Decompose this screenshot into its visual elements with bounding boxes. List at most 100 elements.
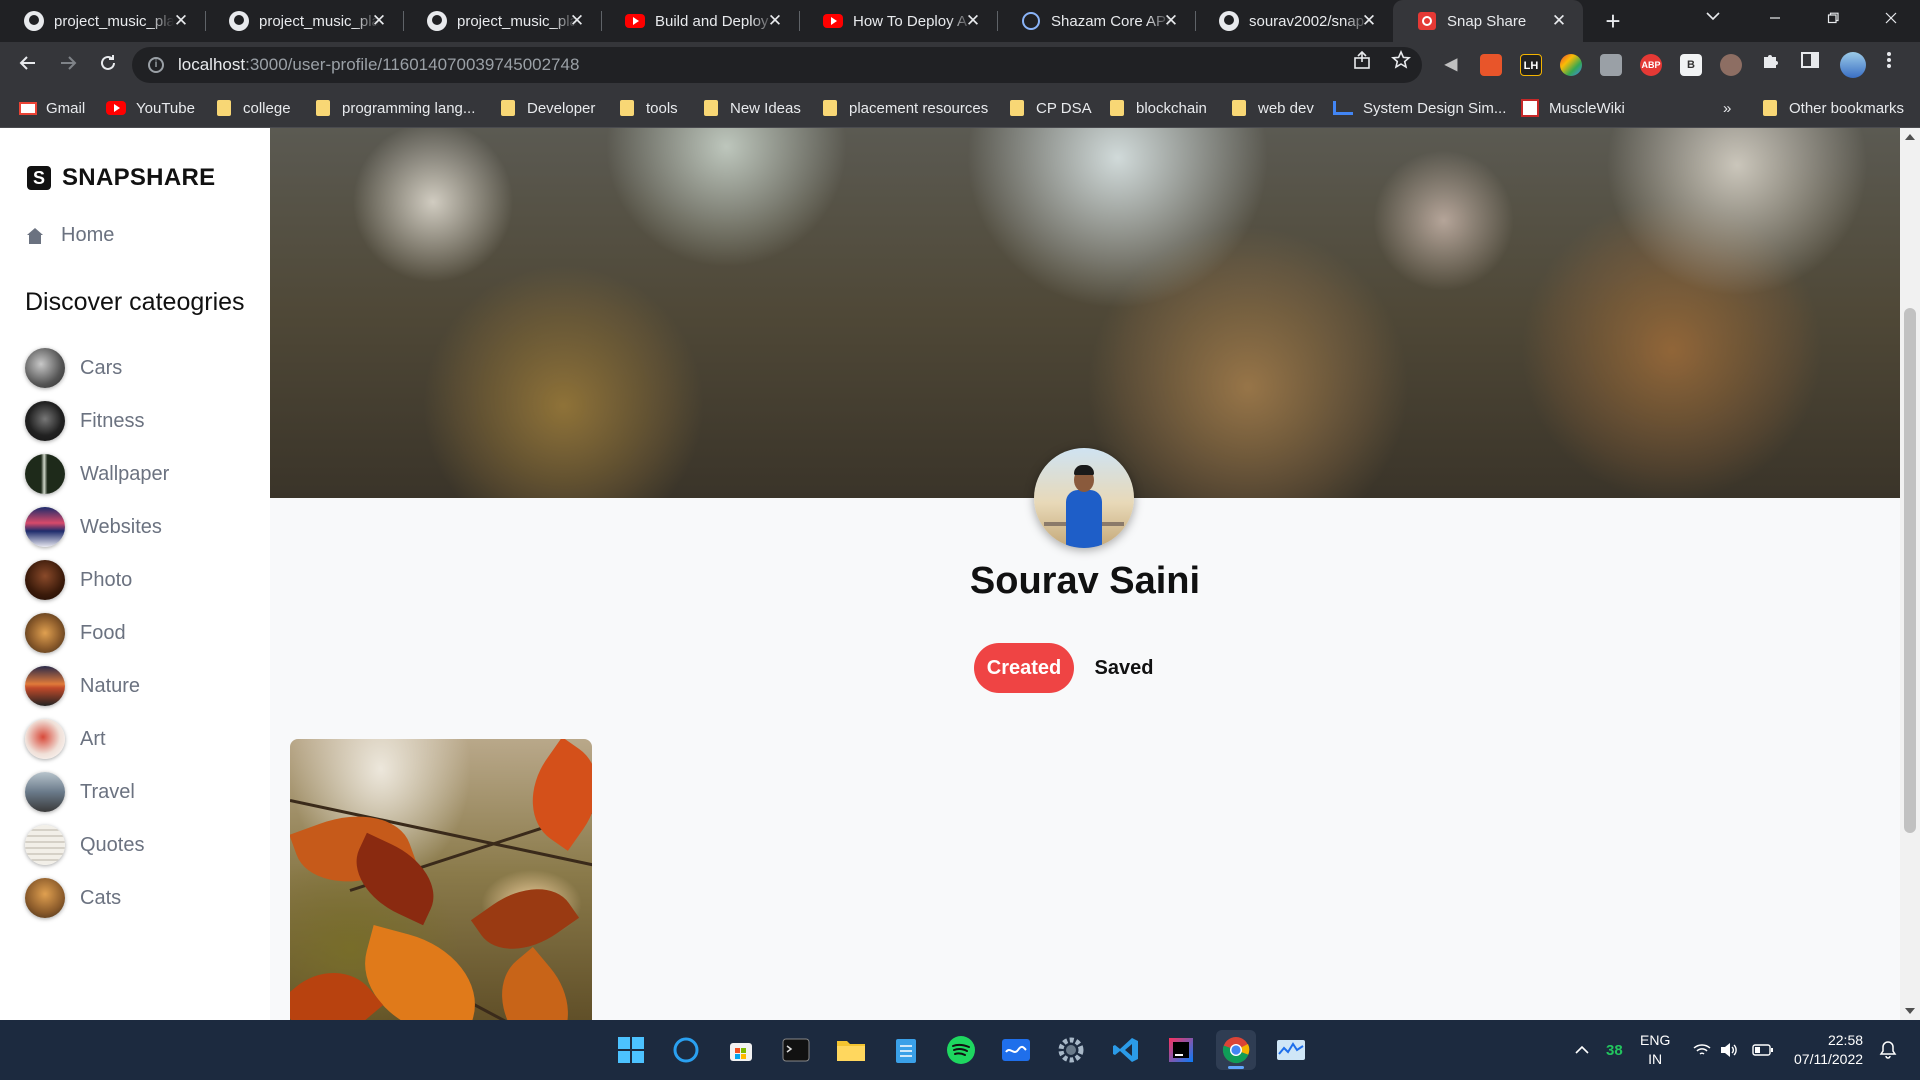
gray-extension-icon[interactable] [1600,54,1622,76]
bookmark-system-design[interactable]: System Design Sim... [1333,88,1506,128]
scroll-down-arrow-icon[interactable] [1905,1008,1915,1014]
terminal-icon[interactable] [776,1030,816,1070]
close-icon[interactable]: ✕ [765,11,785,31]
bookmark-musclewiki[interactable]: MuscleWiki [1521,88,1625,128]
cortana-icon[interactable] [666,1030,706,1070]
bookmark-folder-cp-dsa[interactable]: CP DSA [1010,88,1092,128]
sidebar-item-food[interactable]: Food [25,613,126,653]
puzzle-extensions-icon[interactable] [1760,50,1780,75]
sidebar-item-travel[interactable]: Travel [25,772,135,812]
clock[interactable]: 22:58 07/11/2022 [1794,1020,1863,1080]
sidebar-item-wallpaper[interactable]: Wallpaper [25,454,169,494]
profile-avatar-icon[interactable] [1840,52,1866,78]
file-explorer-icon[interactable] [831,1030,871,1070]
bookmark-folder-blockchain[interactable]: blockchain [1110,88,1207,128]
created-tab-button[interactable]: Created [974,643,1074,693]
adblock-extension-icon[interactable]: ABP [1640,54,1662,76]
bookmarks-overflow-chevron-icon[interactable]: » [1723,88,1731,128]
notification-icon[interactable] [1878,1020,1898,1080]
volume-icon[interactable] [1720,1020,1738,1080]
tray-badge-count[interactable]: 38 [1606,1020,1623,1080]
bookmark-folder-other[interactable]: Other bookmarks [1763,88,1904,128]
settings-gear-icon[interactable] [1051,1030,1091,1070]
side-panel-icon[interactable] [1800,50,1820,75]
browser-tab[interactable]: Build and Deploy ✕ [601,0,799,42]
close-icon[interactable]: ✕ [567,11,587,31]
bookmark-label: New Ideas [730,99,801,117]
restore-button[interactable] [1810,4,1856,36]
resource-monitor-icon[interactable] [1271,1030,1311,1070]
vscode-icon[interactable] [1106,1030,1146,1070]
browser-tab[interactable]: project_music_pla ✕ [205,0,403,42]
share-icon[interactable] [1352,50,1372,75]
spotify-icon[interactable] [941,1030,981,1070]
close-icon[interactable]: ✕ [1161,11,1181,31]
site-info-icon[interactable]: i [148,57,164,73]
close-window-button[interactable] [1868,4,1914,36]
bookmark-folder-new-ideas[interactable]: New Ideas [704,88,801,128]
store-icon[interactable] [721,1030,761,1070]
bookmark-folder-developer[interactable]: Developer [501,88,595,128]
new-tab-button[interactable]: + [1598,6,1628,36]
sidebar-item-photo[interactable]: Photo [25,560,132,600]
saved-tab-button[interactable]: Saved [1074,643,1174,693]
sidebar-item-art[interactable]: Art [25,719,106,759]
scrollbar-thumb[interactable] [1904,308,1916,833]
tray-chevron-up-icon[interactable] [1574,1020,1590,1080]
sidebar-item-label: Wallpaper [80,462,170,485]
close-icon[interactable]: ✕ [171,11,191,31]
close-icon[interactable]: ✕ [1549,11,1569,31]
lighthouse-extension-icon[interactable]: LH [1520,54,1542,76]
b-extension-icon[interactable]: B [1680,54,1702,76]
sidebar-item-cars[interactable]: Cars [25,348,122,388]
sidebar-item-nature[interactable]: Nature [25,666,140,706]
browser-tab-active[interactable]: Snap Share ✕ [1393,0,1583,42]
sidebar-item-fitness[interactable]: Fitness [25,401,144,441]
bookmark-folder-programming[interactable]: programming lang... [316,88,475,128]
address-bar[interactable]: i localhost :3000/user-profile/116014070… [132,47,1422,83]
owl-extension-icon[interactable] [1720,54,1742,76]
bookmark-star-icon[interactable] [1391,50,1411,75]
bookmark-folder-tools[interactable]: tools [620,88,678,128]
intellij-icon[interactable] [1161,1030,1201,1070]
browser-tab[interactable]: sourav2002/snap ✕ [1195,0,1393,42]
close-icon[interactable]: ✕ [369,11,389,31]
scroll-up-arrow-icon[interactable] [1905,134,1915,140]
notepad-icon[interactable] [886,1030,926,1070]
back-arrow-icon[interactable] [12,49,44,81]
close-icon[interactable]: ✕ [963,11,983,31]
bookmark-folder-college[interactable]: college [217,88,291,128]
colorpick-extension-icon[interactable] [1560,54,1582,76]
bookmark-folder-placement[interactable]: placement resources [823,88,988,128]
sidebar-item-home[interactable]: Home [27,224,114,247]
pin-card-autumn-leaves[interactable] [290,739,592,1020]
browser-tab[interactable]: project_music_pla ✕ [403,0,601,42]
minimize-button[interactable] [1752,4,1798,36]
sidebar-item-websites[interactable]: Websites [25,507,162,547]
forward-arrow-icon[interactable] [52,49,84,81]
page-scrollbar[interactable] [1900,128,1920,1020]
sidebar-item-quotes[interactable]: Quotes [25,825,144,865]
category-thumbnail [25,719,65,759]
sidebar-item-cats[interactable]: Cats [25,878,121,918]
chrome-icon[interactable] [1216,1030,1256,1070]
bookmark-folder-web-dev[interactable]: web dev [1232,88,1314,128]
reload-icon[interactable] [92,49,124,81]
audio-extension-icon[interactable]: ◀ [1440,54,1462,76]
tab-search-icon[interactable] [1706,8,1720,24]
stack-extension-icon[interactable] [1480,54,1502,76]
battery-icon[interactable] [1752,1020,1774,1080]
whiteboard-icon[interactable] [996,1030,1036,1070]
language-indicator[interactable]: ENG IN [1640,1020,1670,1080]
windows-start-icon[interactable] [611,1030,651,1070]
browser-tab[interactable]: Shazam Core API ✕ [997,0,1195,42]
more-menu-icon[interactable] [1886,50,1892,75]
bookmark-gmail[interactable]: Gmail [19,88,85,128]
snapshare-logo-icon: S [27,166,51,190]
browser-tab[interactable]: project_music_pla ✕ [0,0,205,42]
brand-logo[interactable]: S SNAPSHARE [27,164,215,192]
wifi-icon[interactable] [1693,1020,1711,1080]
browser-tab[interactable]: How To Deploy A ✕ [799,0,997,42]
close-icon[interactable]: ✕ [1359,11,1379,31]
bookmark-youtube[interactable]: YouTube [106,88,195,128]
